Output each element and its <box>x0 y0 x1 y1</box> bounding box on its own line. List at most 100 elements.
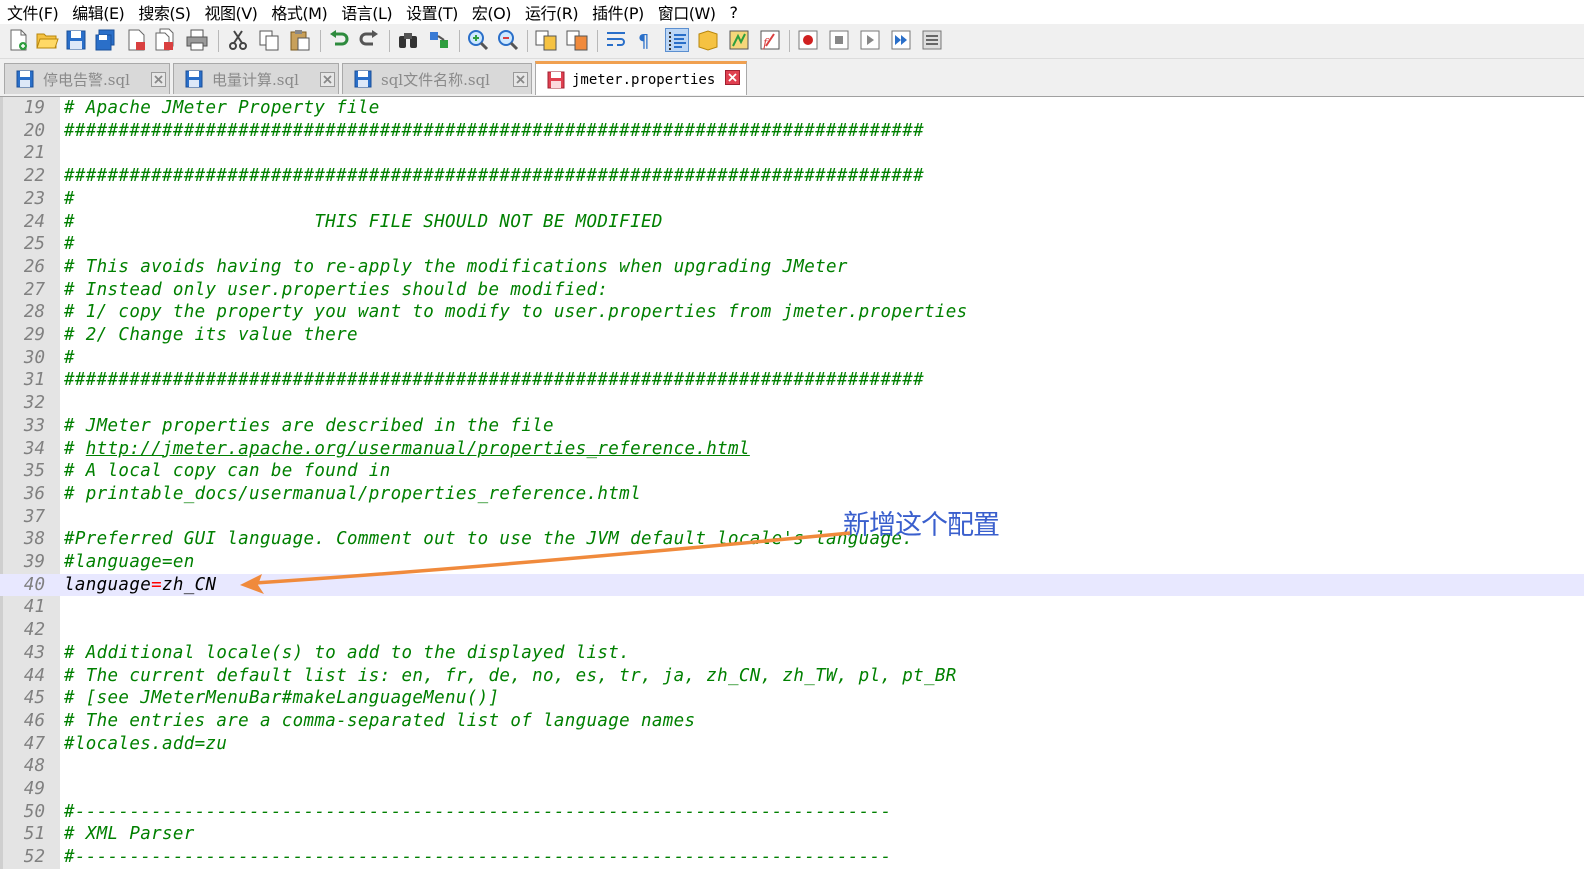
comment-text: #---------------------------------------… <box>64 846 891 869</box>
hyperlink[interactable]: http://jmeter.apache.org/usermanual/prop… <box>86 439 750 459</box>
code-line[interactable]: 21 <box>0 142 1584 165</box>
editor-area[interactable]: 19 # Apache JMeter Property file 20 #######… <box>0 97 1584 869</box>
run-macro-multiple-icon[interactable] <box>889 28 913 52</box>
code-line[interactable]: 35 # A local copy can be found in <box>0 460 1584 483</box>
new-file-icon[interactable] <box>6 28 30 52</box>
menu-item[interactable]: 格式(M) <box>264 0 334 24</box>
code-line[interactable]: 31 ######################################… <box>0 369 1584 392</box>
code-line[interactable]: 36 # printable_docs/usermanual/properties… <box>0 483 1584 506</box>
save-icon[interactable] <box>64 28 88 52</box>
open-folder-icon[interactable] <box>35 28 59 52</box>
code-line[interactable]: 32 <box>0 392 1584 415</box>
code-line[interactable]: 33 # JMeter properties are described in t… <box>0 415 1584 438</box>
undo-icon[interactable] <box>327 28 351 52</box>
code-line[interactable]: 37 <box>0 506 1584 529</box>
code-line[interactable]: 49 <box>0 778 1584 801</box>
stop-macro-icon[interactable] <box>827 28 851 52</box>
close-tab-icon[interactable] <box>320 72 335 87</box>
code-line[interactable]: 34 # http://jmeter.apache.org/usermanual/… <box>0 438 1584 461</box>
menu-item[interactable]: 宏(O) <box>465 0 518 24</box>
code-line[interactable]: 39 #language=en <box>0 551 1584 574</box>
zoom-in-icon[interactable] <box>466 28 490 52</box>
find-icon[interactable] <box>396 28 420 52</box>
code-line[interactable]: 25 # <box>0 233 1584 256</box>
redo-icon[interactable] <box>357 28 381 52</box>
print-icon[interactable] <box>185 28 209 52</box>
copy-icon[interactable] <box>257 28 281 52</box>
code-line[interactable]: 42 <box>0 619 1584 642</box>
code-line[interactable]: 38 #Preferred GUI language. Comment out t… <box>0 528 1584 551</box>
tab-file-2[interactable]: 电量计算.sql <box>173 63 339 94</box>
line-number: 33 <box>23 415 45 436</box>
tab-file-active[interactable]: jmeter.properties <box>535 61 747 95</box>
comment-text: # http://jmeter.apache.org/usermanual/pr… <box>64 438 750 461</box>
line-text: # Apache JMeter Property file <box>64 98 380 118</box>
comment-text: # <box>64 347 75 370</box>
sync-horizontal-icon[interactable] <box>565 28 589 52</box>
menu-item[interactable]: ? <box>723 3 745 22</box>
line-number: 50 <box>23 801 45 822</box>
code-line[interactable]: 27 # Instead only user.properties should … <box>0 279 1584 302</box>
doc-map-icon[interactable] <box>696 28 720 52</box>
indent-guide-icon[interactable] <box>665 28 689 52</box>
record-macro-icon[interactable] <box>796 28 820 52</box>
code-line[interactable]: 20 ######################################… <box>0 120 1584 143</box>
code-line[interactable]: 51 # XML Parser <box>0 823 1584 846</box>
save-all-icon[interactable] <box>93 28 117 52</box>
code-line[interactable]: 26 # This avoids having to re-apply the m… <box>0 256 1584 279</box>
line-text: # <box>64 188 75 209</box>
code-line[interactable]: 52 #-------------------------------------… <box>0 846 1584 869</box>
menu-item[interactable]: 语言(L) <box>334 0 399 24</box>
line-text: # XML Parser <box>64 824 195 845</box>
zoom-out-icon[interactable] <box>496 28 520 52</box>
comment-text: # This avoids having to re-apply the mod… <box>64 256 848 279</box>
code-line[interactable]: 45 # [see JMeterMenuBar#makeLanguageMenu(… <box>0 687 1584 710</box>
close-all-icon[interactable] <box>153 28 177 52</box>
cut-icon[interactable] <box>226 28 250 52</box>
code-line[interactable]: 19 # Apache JMeter Property file <box>0 97 1584 120</box>
menu-item[interactable]: 视图(V) <box>197 0 264 24</box>
close-tab-icon[interactable] <box>151 72 166 87</box>
menu-item[interactable]: 窗口(W) <box>651 0 723 24</box>
comment-text: # Additional locale(s) to add to the dis… <box>64 642 630 665</box>
toolbar-separator <box>320 30 321 52</box>
line-text: # Additional locale(s) to add to the dis… <box>64 642 631 663</box>
paste-icon[interactable] <box>288 28 312 52</box>
save-macro-icon[interactable] <box>920 28 944 52</box>
code-line[interactable]: 40 language=zh_CN <box>0 573 1584 597</box>
code-line[interactable]: 24 # THIS FILE SHOULD NOT BE MODIFIED <box>0 211 1584 234</box>
code-line[interactable]: 22 ######################################… <box>0 165 1584 188</box>
menu-item[interactable]: 插件(P) <box>585 0 651 24</box>
word-wrap-icon[interactable] <box>604 28 628 52</box>
menu-item[interactable]: 设置(T) <box>399 0 465 24</box>
show-all-chars-icon[interactable]: ¶ <box>633 28 657 52</box>
tab-file-1[interactable]: 停电告警.sql <box>4 63 170 94</box>
code-line[interactable]: 47 #locales.add=zu <box>0 733 1584 756</box>
replace-icon[interactable] <box>427 28 451 52</box>
function-list-icon[interactable] <box>727 28 751 52</box>
comment-text: # 1/ copy the property you want to modif… <box>64 301 968 324</box>
code-line[interactable]: 43 # Additional locale(s) to add to the d… <box>0 642 1584 665</box>
tab-file-3[interactable]: sql文件名称.sql <box>342 63 532 94</box>
code-line[interactable]: 50 #-------------------------------------… <box>0 801 1584 824</box>
close-tab-icon[interactable] <box>513 72 528 87</box>
menu-item[interactable]: 文件(F) <box>0 0 65 24</box>
line-number: 36 <box>23 483 45 504</box>
code-line[interactable]: 23 # <box>0 188 1584 211</box>
menu-item[interactable]: 搜索(S) <box>131 0 197 24</box>
code-line[interactable]: 30 # <box>0 347 1584 370</box>
svg-text:¶: ¶ <box>638 31 649 52</box>
close-tab-icon[interactable] <box>725 70 740 85</box>
close-file-icon[interactable] <box>124 28 148 52</box>
code-line[interactable]: 48 <box>0 755 1584 778</box>
sync-vertical-icon[interactable] <box>534 28 558 52</box>
play-macro-icon[interactable] <box>858 28 882 52</box>
code-line[interactable]: 29 # 2/ Change its value there <box>0 324 1584 347</box>
code-line[interactable]: 44 # The current default list is: en, fr,… <box>0 665 1584 688</box>
menu-item[interactable]: 运行(R) <box>518 0 585 24</box>
code-line[interactable]: 46 # The entries are a comma-separated li… <box>0 710 1584 733</box>
menu-item[interactable]: 编辑(E) <box>65 0 131 24</box>
code-line[interactable]: 28 # 1/ copy the property you want to mod… <box>0 301 1584 324</box>
code-line[interactable]: 41 <box>0 596 1584 619</box>
folder-workspace-icon[interactable]: f <box>758 28 782 52</box>
